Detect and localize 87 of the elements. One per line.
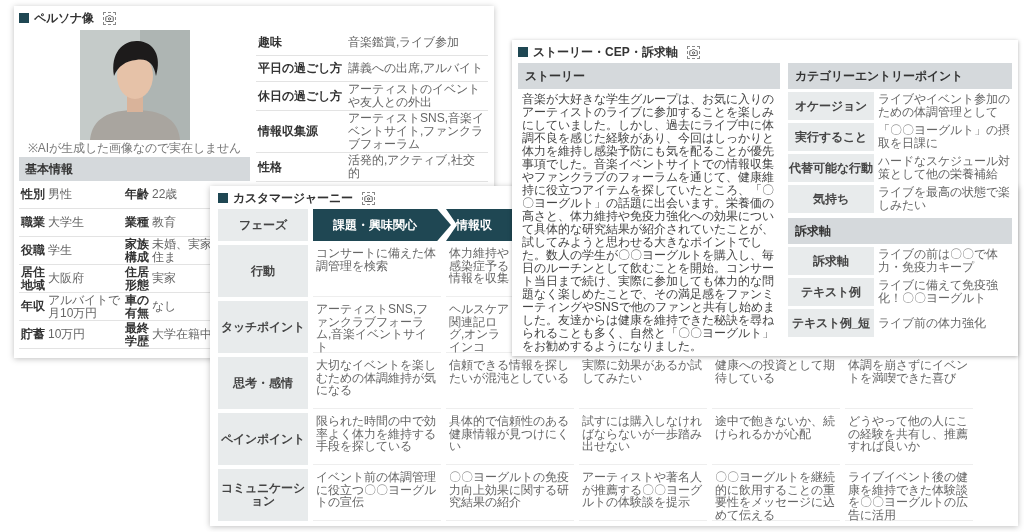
field-value: 10万円 [48,328,87,341]
journey-cell-text: 途中で飽きないか、続けられるかが心配 [715,415,836,440]
row-header: ペインポイント [218,413,308,465]
field-value: 大学在籍中 [152,328,212,341]
field-label: 趣味 [258,36,283,49]
field-label: 職業 [21,216,45,229]
photo-caption: ※AIが生成した画像なので実在しません [27,141,242,155]
field-value: 22歳 [152,188,179,201]
field-value: 講義への出席,アルバイト [348,62,485,75]
row-header: 思考・感情 [218,357,308,409]
row-header: 代替可能な行動 [788,154,874,182]
section-marker-icon [218,193,228,203]
field-label: 性別 [21,188,45,201]
field-value: ライブ前の体力強化 [878,316,987,330]
field-value: ライブに備えて免疫強化！〇〇ヨーグルト [878,279,999,305]
section-title: ストーリー・CEP・訴求軸 [533,45,678,59]
camera-icon[interactable] [362,191,375,205]
field-value: アルバイトで月10万円 [48,293,121,320]
field-value: 実家 [152,272,177,285]
row-header: タッチポイント [218,301,308,353]
journey-cell-text: ヘルスケア関連記ログ,オンラインコ [449,303,509,353]
field-value: ライブを最高の状態で楽しみたい [878,186,1011,212]
section-title: カスタマージャーニー [233,191,353,205]
row-header: 気持ち [788,185,874,213]
phase-chevron: 課題・興味関心 [313,209,451,241]
journey-cell-text: 体調を崩さずにイベントを満喫できた喜び [848,359,969,384]
field-label: 性格 [258,160,283,174]
field-label: 年齢 [125,188,149,201]
journey-cell-text: 大切なイベントを楽しむための体調維持が気になる [316,359,437,397]
field-value: 大学生 [48,216,85,229]
field-label: 休日の過ごし方 [258,89,343,103]
field-value: 音楽鑑賞,ライブ参加 [348,36,461,49]
row-header: 訴求軸 [788,247,874,275]
row-header: テキスト例 [788,278,874,306]
field-label: 平日の過ごし方 [258,62,343,75]
journey-cell-text: 実際に効果があるか試してみたい [582,359,703,384]
field-value: 教育 [152,216,177,229]
row-header: オケージョン [788,92,874,120]
journey-cell-text: 〇〇ヨーグルトを継続的に飲用することの重要性をメッセージに込めて伝える [715,471,836,521]
journey-cell-text: 限られた時間の中で効率よく体力を維持する手段を探している [316,415,437,453]
field-value: 男性 [48,188,73,201]
field-value: なし [152,300,177,313]
section-header: カテゴリーエントリーポイント [788,63,1012,89]
journey-cell-text: アーティストSNS,ファンクラブフォーラム,音楽イベントサイト [316,303,429,353]
field-value: ライブの前は〇〇で体力・免疫力キープ [878,248,999,274]
field-value: ハードなスケジュール対策として他の栄養補給 [878,155,1011,181]
camera-icon[interactable] [686,45,700,59]
section-header: ストーリー [518,63,780,89]
field-value: アーティストのイベントや友人との外出 [348,83,481,109]
row-header: 行動 [218,245,308,297]
field-label: 貯蓄 [21,328,45,341]
field-label: 役職 [21,244,45,257]
journey-cell-text: イベント前の体調管理に役立つ〇〇ヨーグルトの宣伝 [316,471,437,509]
row-header: 実行すること [788,123,874,151]
field-label: 最終学歴 [125,321,149,348]
field-label: 情報収集源 [258,125,319,138]
section-marker-icon [19,13,29,23]
section-marker-icon [518,47,528,57]
section-header: 基本情報 [19,157,250,181]
journey-cell-text: ライブイベント後の健康を維持できた体験談を〇〇ヨーグルトの広告に活用 [848,471,969,521]
field-value: 活発的,アクティブ,社交的 [348,154,476,180]
journey-cell-text: アーティストや著名人が推薦する〇〇ヨーグルトの体験談を提示 [582,471,703,509]
row-header: テキスト例_短 [788,309,874,337]
row-header: コミュニケーション [218,469,308,521]
field-label: 家族構成 [125,237,149,264]
field-value: 学生 [48,244,73,257]
section-title: ペルソナ像 [34,11,94,25]
field-label: 居住地域 [21,265,45,292]
journey-cell-text: 健康への投資として期待している [715,359,836,384]
field-value: 大阪府 [48,272,85,285]
journey-cell-text: 〇〇ヨーグルトの免疫力向上効果に関する研究結果の紹介 [449,471,570,509]
field-label: 住居形態 [125,265,149,292]
field-label: 車の有無 [125,293,149,320]
journey-cell-text: 試すには購入しなければならないが一歩踏み出せない [582,415,703,453]
camera-icon[interactable] [103,11,116,25]
field-label: 業種 [125,216,149,229]
field-value: アーティストSNS,音楽イベントサイト,ファンクラブフォーラム [348,112,485,151]
journey-cell-text: コンサートに備えた体調管理を検索 [316,247,437,272]
journey-cell-text: 体力維持や感染症予る情報を収集 [449,247,509,285]
journey-cell-text: 信頼できる情報を探したいが混沌としている [449,359,570,384]
field-label: 年収 [21,300,45,313]
journey-cell-text: 具体的で信頼性のある健康情報が見つけにくい [449,415,570,453]
journey-cell-text: どうやって他の人にこの経験を共有し、推薦すれば良いか [848,415,969,453]
section-header: 訴求軸 [788,218,1012,244]
field-value: ライブやイベント参加のための体調管理として [878,93,1011,119]
row-header: フェーズ [218,209,308,241]
field-value: 「〇〇ヨーグルト」の摂取を日課に [878,124,1011,150]
